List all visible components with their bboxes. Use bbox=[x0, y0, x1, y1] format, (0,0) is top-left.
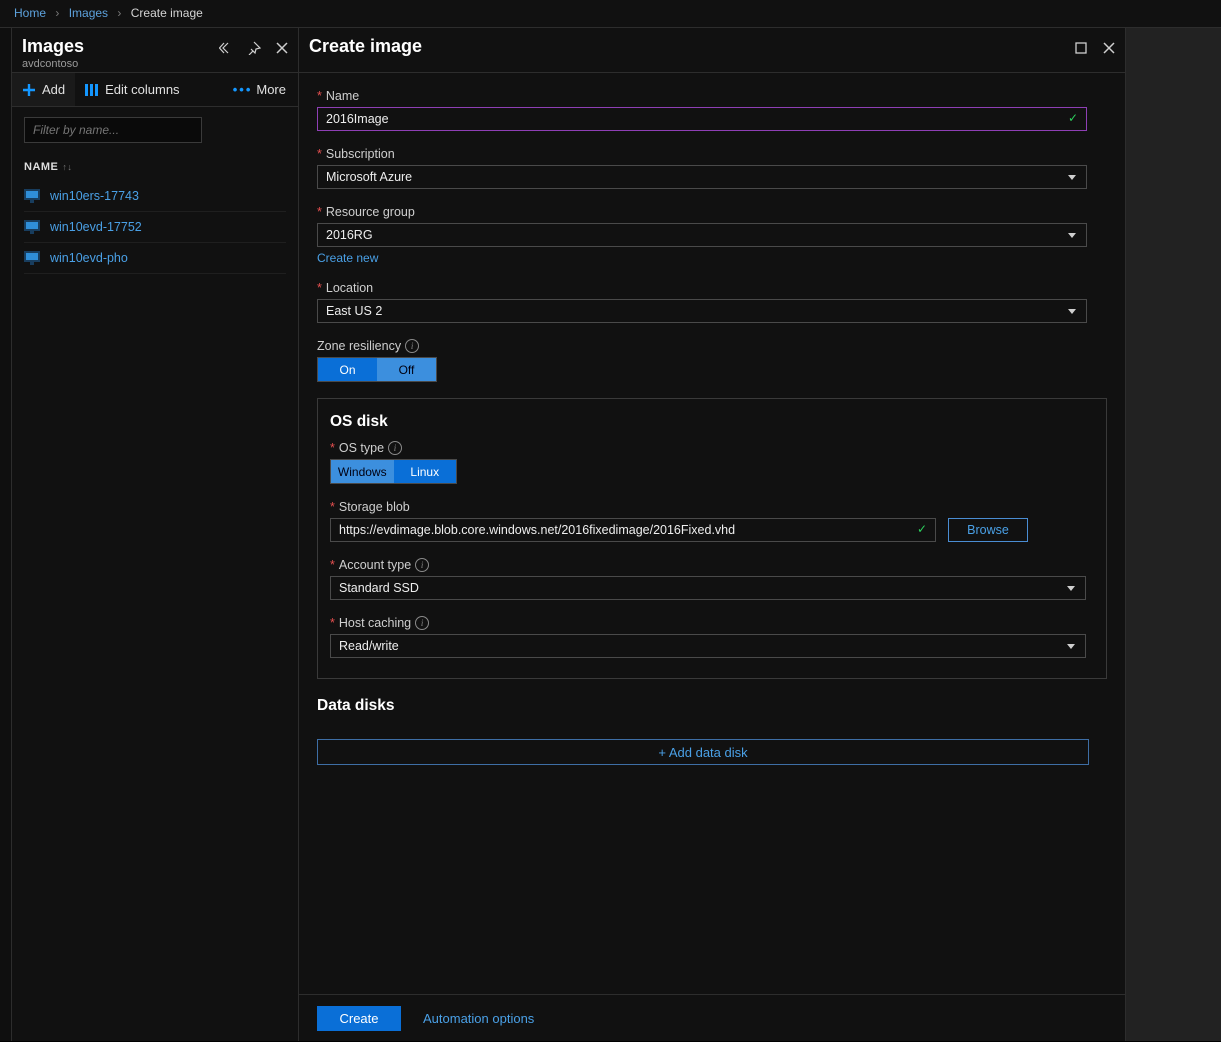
list-item-label: win10ers-17743 bbox=[50, 189, 139, 203]
zone-resiliency-toggle[interactable]: On Off bbox=[317, 357, 437, 382]
location-label: *Location bbox=[317, 281, 1107, 295]
info-icon[interactable]: i bbox=[415, 616, 429, 630]
info-icon[interactable]: i bbox=[415, 558, 429, 572]
create-new-rg-link[interactable]: Create new bbox=[317, 251, 378, 265]
close-icon[interactable] bbox=[272, 38, 292, 58]
images-list-panel: Images avdcontoso Add Edit columns ••• M… bbox=[11, 28, 299, 1041]
breadcrumb-current: Create image bbox=[131, 6, 203, 20]
form-footer: Create Automation options bbox=[299, 994, 1125, 1041]
subscription-label: *Subscription bbox=[317, 147, 1107, 161]
pin-icon[interactable] bbox=[244, 38, 264, 58]
os-disk-section: OS disk *OS typei Windows Linux *Storage… bbox=[317, 398, 1107, 679]
info-icon[interactable]: i bbox=[405, 339, 419, 353]
list-item[interactable]: win10evd-pho bbox=[24, 243, 286, 274]
create-button[interactable]: Create bbox=[317, 1006, 401, 1031]
toggle-off[interactable]: Off bbox=[377, 358, 436, 381]
breadcrumb-home[interactable]: Home bbox=[14, 6, 46, 20]
toggle-on[interactable]: On bbox=[318, 358, 377, 381]
vm-image-icon bbox=[24, 220, 40, 234]
name-label: *Name bbox=[317, 89, 1107, 103]
images-list: win10ers-17743 win10evd-17752 win10evd-p… bbox=[24, 181, 286, 274]
list-item[interactable]: win10evd-17752 bbox=[24, 212, 286, 243]
global-nav-rail bbox=[0, 28, 11, 1041]
edit-columns-button[interactable]: Edit columns bbox=[75, 73, 189, 106]
host-caching-label: *Host cachingi bbox=[330, 616, 1094, 630]
host-caching-select[interactable]: Read/write bbox=[330, 634, 1086, 658]
right-gutter bbox=[1126, 28, 1221, 1041]
plus-icon bbox=[22, 83, 36, 97]
column-header-name[interactable]: NAME↑↓ bbox=[24, 161, 286, 173]
ellipsis-icon: ••• bbox=[233, 82, 253, 97]
os-type-linux[interactable]: Linux bbox=[394, 460, 457, 483]
list-toolbar: Add Edit columns ••• More bbox=[12, 73, 298, 107]
subscription-select[interactable]: Microsoft Azure bbox=[317, 165, 1087, 189]
zone-resiliency-label: Zone resiliencyi bbox=[317, 339, 1107, 353]
add-label: Add bbox=[42, 82, 65, 97]
storage-blob-label: *Storage blob bbox=[330, 500, 1094, 514]
breadcrumb: Home › Images › Create image bbox=[0, 0, 1221, 28]
collapse-icon[interactable] bbox=[216, 38, 236, 58]
vm-image-icon bbox=[24, 189, 40, 203]
location-select[interactable]: East US 2 bbox=[317, 299, 1087, 323]
list-item[interactable]: win10ers-17743 bbox=[24, 181, 286, 212]
name-input[interactable]: 2016Image bbox=[317, 107, 1087, 131]
os-type-windows[interactable]: Windows bbox=[331, 460, 394, 483]
info-icon[interactable]: i bbox=[388, 441, 402, 455]
breadcrumb-images[interactable]: Images bbox=[69, 6, 108, 20]
sort-arrow-icon: ↑↓ bbox=[62, 162, 72, 172]
close-icon[interactable] bbox=[1099, 38, 1119, 58]
add-data-disk-button[interactable]: + Add data disk bbox=[317, 739, 1089, 765]
more-button[interactable]: ••• More bbox=[233, 73, 298, 106]
resource-group-select[interactable]: 2016RG bbox=[317, 223, 1087, 247]
columns-icon bbox=[85, 84, 99, 96]
automation-options-link[interactable]: Automation options bbox=[423, 1011, 534, 1026]
panel-title-images: Images bbox=[22, 36, 84, 57]
chevron-right-icon: › bbox=[55, 6, 59, 20]
storage-blob-input[interactable]: https://evdimage.blob.core.windows.net/2… bbox=[330, 518, 936, 542]
vm-image-icon bbox=[24, 251, 40, 265]
account-type-label: *Account typei bbox=[330, 558, 1094, 572]
browse-button[interactable]: Browse bbox=[948, 518, 1028, 542]
os-type-label: *OS typei bbox=[330, 441, 1094, 455]
resource-group-label: *Resource group bbox=[317, 205, 1107, 219]
create-image-panel: Create image *Name 2016Image *Subscripti… bbox=[299, 28, 1126, 1041]
os-type-toggle[interactable]: Windows Linux bbox=[330, 459, 457, 484]
list-item-label: win10evd-pho bbox=[50, 251, 128, 265]
filter-input[interactable] bbox=[24, 117, 202, 143]
panel-title-create-image: Create image bbox=[309, 36, 422, 57]
account-type-select[interactable]: Standard SSD bbox=[330, 576, 1086, 600]
list-item-label: win10evd-17752 bbox=[50, 220, 142, 234]
panel-subtitle: avdcontoso bbox=[22, 58, 78, 70]
maximize-icon[interactable] bbox=[1071, 38, 1091, 58]
data-disks-header: Data disks bbox=[317, 697, 1107, 715]
add-button[interactable]: Add bbox=[12, 73, 75, 106]
chevron-right-icon: › bbox=[117, 6, 121, 20]
os-disk-header: OS disk bbox=[330, 413, 1094, 431]
more-label: More bbox=[256, 82, 286, 97]
edit-columns-label: Edit columns bbox=[105, 82, 179, 97]
